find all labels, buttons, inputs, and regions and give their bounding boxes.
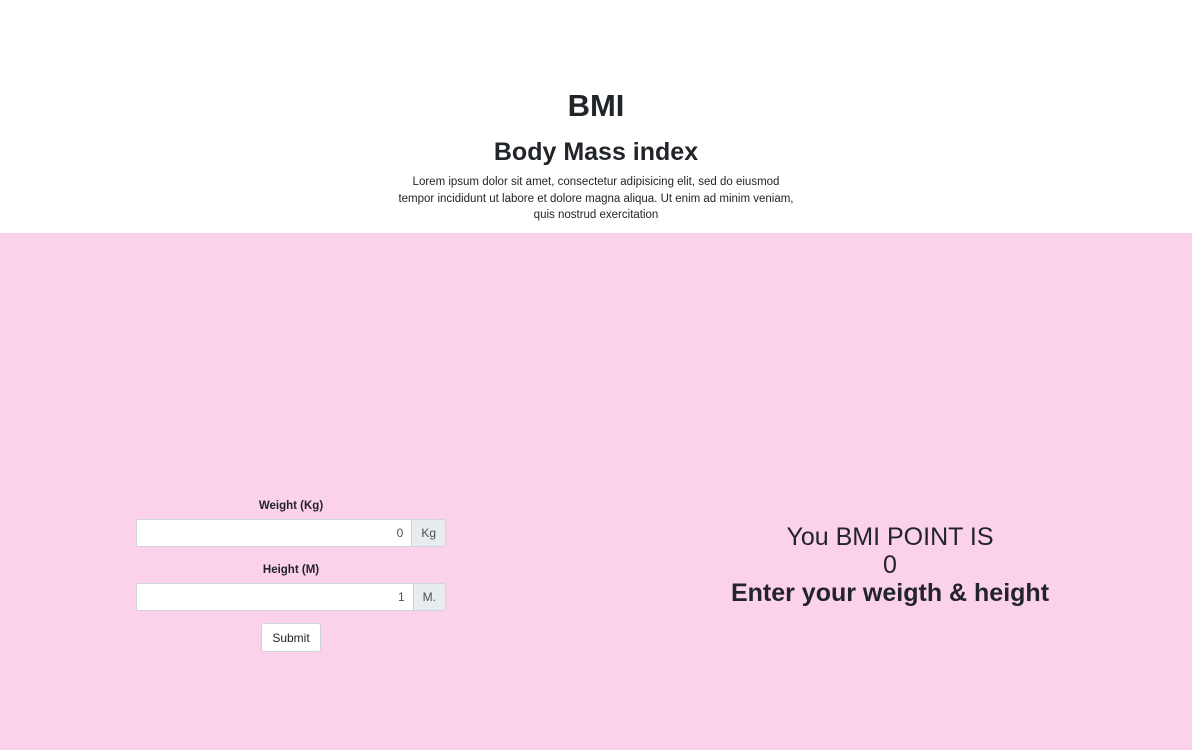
intro-text: Lorem ipsum dolor sit amet, consectetur … <box>398 176 794 221</box>
bmi-section: Weight (Kg) Kg Height (M) M. Submit You … <box>0 233 1192 750</box>
weight-label: Weight (Kg) <box>258 500 324 512</box>
weight-input-group: Kg <box>136 519 446 547</box>
result-value: 0 <box>883 551 897 579</box>
height-input[interactable] <box>136 583 413 611</box>
height-unit-addon: M. <box>412 583 446 611</box>
submit-button[interactable]: Submit <box>261 623 321 652</box>
bmi-form: Weight (Kg) Kg Height (M) M. Submit <box>136 498 446 652</box>
weight-unit-addon: Kg <box>411 519 446 547</box>
page-title: BMI <box>567 88 625 123</box>
page-subtitle: Body Mass index <box>493 138 699 166</box>
bmi-result: You BMI POINT IS 0 Enter your weigth & h… <box>690 523 1090 607</box>
height-label: Height (M) <box>262 564 320 576</box>
submit-wrapper: Submit <box>136 623 446 652</box>
result-heading: You BMI POINT IS <box>786 523 994 551</box>
result-message: Enter your weigth & height <box>730 579 1050 607</box>
height-input-group: M. <box>136 583 446 611</box>
page-header: BMI Body Mass index Lorem ipsum dolor si… <box>0 0 1192 233</box>
weight-input[interactable] <box>136 519 412 547</box>
